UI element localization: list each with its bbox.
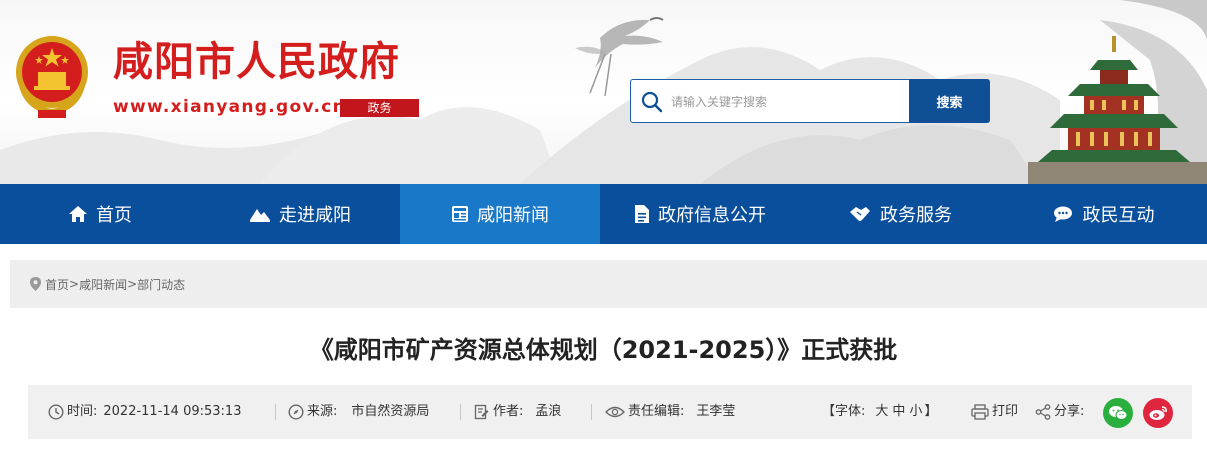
- nav-item-gov-info[interactable]: 政府信息公开: [600, 184, 800, 244]
- author-label: 作者:: [493, 404, 524, 419]
- breadcrumb-separator: >: [127, 277, 138, 291]
- bell-tower-illustration: [1028, 36, 1207, 184]
- home-icon: [69, 206, 87, 222]
- breadcrumb: 首页 > 咸阳新闻 > 部门动态: [10, 260, 1207, 308]
- font-size-label: 【字体:: [822, 404, 866, 419]
- main-nav: 首页 走进咸阳 咸阳新闻 政府信息公开 政务服务 政民互动: [0, 184, 1207, 244]
- search-box: [630, 79, 910, 123]
- nav-label: 首页: [96, 205, 132, 226]
- newspaper-icon: [452, 206, 468, 222]
- site-badge: 政务: [340, 99, 419, 117]
- meta-source: 来源: 市自然资源局: [288, 403, 429, 421]
- meta-divider: [591, 404, 592, 420]
- breadcrumb-news-link[interactable]: 咸阳新闻: [79, 276, 127, 293]
- nav-label: 政务服务: [880, 205, 952, 226]
- source-label: 来源:: [307, 404, 338, 419]
- wechat-icon: [1109, 406, 1128, 420]
- editor-label: 责任编辑:: [628, 404, 685, 419]
- nav-item-services[interactable]: 政务服务: [800, 184, 1000, 244]
- meta-editor: 责任编辑: 王李莹: [605, 403, 735, 421]
- time-label: 时间:: [67, 404, 98, 419]
- handshake-icon: [850, 207, 870, 221]
- source-value: 市自然资源局: [351, 404, 430, 419]
- font-medium-button[interactable]: 中: [892, 403, 905, 421]
- chat-icon: [1053, 206, 1072, 222]
- breadcrumb-dept-link[interactable]: 部门动态: [137, 276, 185, 293]
- font-size-close: 】: [924, 404, 938, 419]
- article-title: 《咸阳市矿产资源总体规划（2021-2025）》正式获批: [309, 336, 898, 364]
- site-url: www.xianyang.gov.cn: [113, 97, 347, 117]
- share-weibo-button[interactable]: [1143, 398, 1173, 428]
- nav-label: 政府信息公开: [658, 205, 766, 226]
- document-icon: [635, 205, 649, 223]
- meta-author: 作者: 孟浪: [474, 403, 561, 421]
- nav-label: 政民互动: [1082, 205, 1155, 226]
- font-size-control: 【字体: 大 中 小 】: [822, 403, 937, 421]
- font-small-button[interactable]: 小: [909, 403, 922, 421]
- nav-label: 咸阳新闻: [477, 205, 549, 226]
- site-title: 咸阳市人民政府: [113, 39, 400, 85]
- nav-item-home[interactable]: 首页: [0, 184, 200, 244]
- print-label: 打印: [992, 404, 1019, 419]
- eye-icon: [605, 406, 625, 418]
- printer-icon: [971, 404, 989, 420]
- meta-divider: [275, 404, 276, 420]
- national-emblem-logo: [16, 36, 88, 118]
- weibo-icon: [1149, 406, 1167, 420]
- share-icon: [1035, 404, 1051, 420]
- meta-time: 时间: 2022-11-14 09:53:13: [48, 403, 241, 421]
- article-meta-bar: 时间: 2022-11-14 09:53:13 来源: 市自然资源局 作者: 孟…: [28, 385, 1192, 439]
- nav-item-interaction[interactable]: 政民互动: [1000, 184, 1207, 244]
- author-value: 孟浪: [535, 404, 562, 419]
- share-label: 分享:: [1054, 404, 1085, 419]
- nav-item-news[interactable]: 咸阳新闻: [400, 184, 600, 244]
- share-wechat-button[interactable]: [1103, 398, 1133, 428]
- edit-document-icon: [474, 404, 489, 420]
- mountain-icon: [250, 209, 270, 222]
- site-header: 咸阳市人民政府 www.xianyang.gov.cn 政务 搜索: [0, 0, 1207, 184]
- meta-divider: [460, 404, 461, 420]
- nav-item-about[interactable]: 走进咸阳: [200, 184, 400, 244]
- search-button[interactable]: 搜索: [909, 79, 990, 123]
- editor-value: 王李莹: [696, 404, 736, 419]
- location-pin-icon: [30, 277, 41, 291]
- breadcrumb-home-link[interactable]: 首页: [45, 276, 69, 293]
- clock-icon: [48, 404, 64, 420]
- font-large-button[interactable]: 大: [875, 403, 888, 421]
- print-button[interactable]: 打印: [971, 403, 1018, 421]
- compass-icon: [288, 404, 304, 420]
- breadcrumb-separator: >: [69, 277, 80, 291]
- time-value: 2022-11-14 09:53:13: [103, 404, 242, 419]
- meta-share: 分享:: [1035, 403, 1084, 421]
- search-input[interactable]: [669, 88, 903, 116]
- nav-label: 走进咸阳: [279, 205, 351, 226]
- search-icon: [641, 91, 663, 113]
